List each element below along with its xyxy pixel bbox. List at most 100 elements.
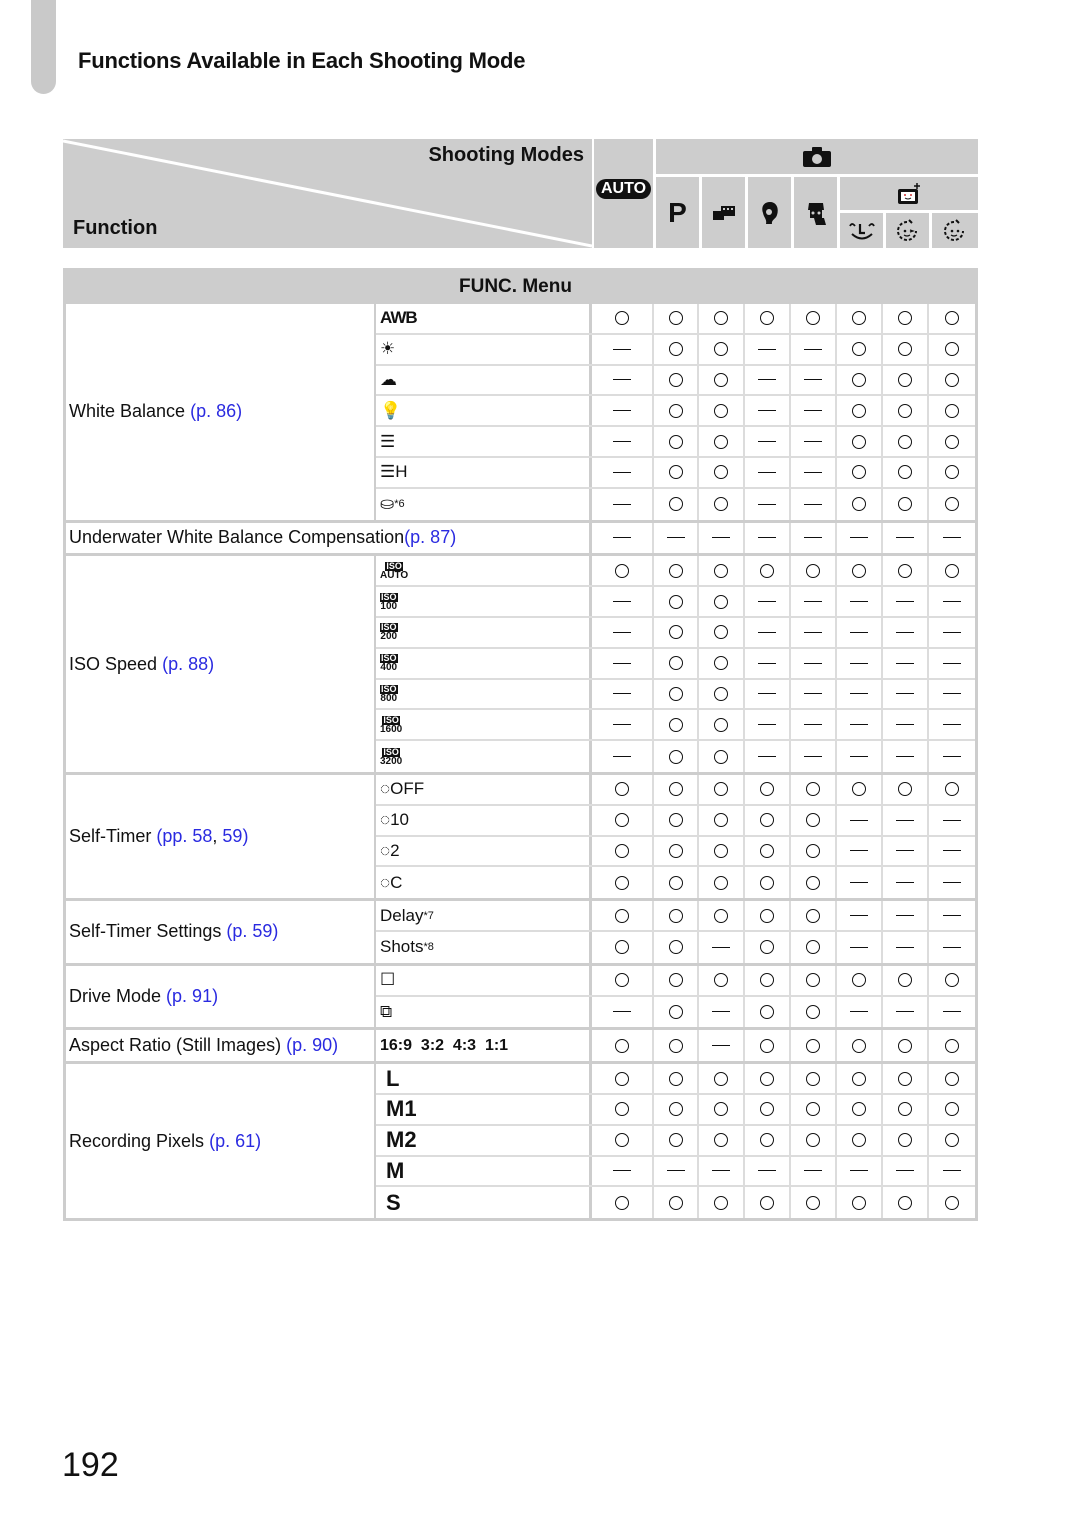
availability-cell: [654, 931, 699, 963]
unavailable-dash-icon: [613, 1170, 631, 1172]
mode-portrait-header: [748, 177, 791, 248]
available-circle-icon: [615, 1195, 629, 1210]
unavailable-dash-icon: [896, 1011, 914, 1013]
unavailable-dash-icon: [758, 441, 776, 443]
availability-cell: [791, 996, 837, 1028]
availability-cell: [883, 427, 929, 456]
iso-value: 3200: [380, 755, 403, 767]
available-circle-icon: [944, 311, 959, 326]
availability-cell: [883, 805, 929, 835]
self-timer-2s-icon: ◌2: [376, 836, 592, 866]
reference-separator: ,: [212, 826, 223, 847]
mode-wink-timer-header: [886, 213, 929, 248]
available-circle-icon: [898, 563, 912, 578]
table-row: ISO100100: [376, 587, 975, 618]
availability-cell: [791, 556, 837, 586]
availability-cell: [791, 587, 837, 616]
availability-cell: [592, 741, 654, 772]
availability-cell: [929, 618, 974, 647]
page-reference-link[interactable]: (p. 87): [404, 527, 456, 548]
page-reference-link[interactable]: (p. 86): [190, 401, 242, 421]
mode-kids-pets-header: [794, 177, 837, 248]
availability-cell: [791, 965, 837, 995]
unavailable-dash-icon: [896, 915, 914, 917]
availability-cell: [929, 1126, 974, 1155]
available-circle-icon: [852, 403, 866, 418]
page-reference-link[interactable]: (p. 61): [209, 1131, 261, 1151]
program-mode-icon: P: [668, 196, 687, 228]
available-circle-icon: [944, 1038, 959, 1053]
available-circle-icon: [668, 372, 683, 387]
unavailable-dash-icon: [942, 756, 961, 758]
availability-cell: [929, 997, 974, 1028]
availability-cell: [592, 427, 654, 456]
availability-cell: [883, 587, 929, 616]
availability-cell: [791, 679, 837, 709]
unavailable-dash-icon: [758, 410, 776, 412]
available-circle-icon: [615, 875, 629, 890]
available-circle-icon: [615, 563, 629, 578]
availability-cell: [929, 335, 974, 364]
available-circle-icon: [615, 1102, 629, 1117]
available-circle-icon: [668, 940, 683, 955]
availability-cell: [699, 1187, 745, 1219]
availability-cell: [791, 1187, 837, 1219]
table-row: ISO800800: [376, 679, 975, 711]
availability-cell: [699, 648, 745, 678]
available-circle-icon: [806, 1102, 820, 1117]
unavailable-dash-icon: [712, 1045, 730, 1047]
fluorescent-icon: ☰: [376, 427, 592, 456]
availability-cell: [699, 427, 745, 456]
page-reference-link[interactable]: 59): [222, 826, 248, 846]
availability-cell: [883, 774, 929, 804]
availability-cell: [837, 867, 883, 899]
function-label-cell: Self-Timer (pp. 58, 59): [66, 774, 376, 899]
page-reference-link[interactable]: (p. 88): [162, 654, 214, 674]
unavailable-dash-icon: [850, 724, 868, 726]
unavailable-dash-icon: [613, 410, 631, 412]
available-circle-icon: [852, 973, 866, 988]
iso-badge-icon: ISO 100: [380, 591, 398, 612]
available-circle-icon: [668, 875, 683, 890]
available-circle-icon: [668, 594, 683, 609]
setting-option-label: ◌10: [380, 810, 410, 830]
setting-option: M: [376, 1156, 592, 1186]
page-reference-link[interactable]: (p. 91): [166, 986, 218, 1006]
availability-cell: [699, 1064, 745, 1093]
availability-cell: [837, 996, 883, 1028]
available-circle-icon: [760, 940, 774, 955]
availability-cell: [654, 648, 699, 678]
setting-option-label: Shots: [380, 937, 424, 957]
iso-value: 100: [380, 600, 398, 612]
availability-cell: [883, 1064, 929, 1093]
available-circle-icon: [760, 813, 774, 828]
unavailable-dash-icon: [850, 819, 868, 821]
tungsten-icon: 💡: [376, 396, 592, 426]
iso-value: 200: [380, 631, 398, 643]
availability-cell: [745, 1125, 791, 1155]
page-reference-link[interactable]: (pp. 58: [156, 826, 212, 846]
portrait-icon: [761, 201, 778, 224]
available-circle-icon: [714, 782, 728, 797]
available-circle-icon: [714, 1195, 728, 1210]
page-reference-link[interactable]: (p. 90): [286, 1035, 338, 1055]
iso-badge-icon: ISO 800: [380, 683, 398, 704]
availability-cell: [699, 1156, 745, 1186]
function-name: Self-Timer Settings: [69, 921, 222, 942]
available-circle-icon: [852, 372, 866, 387]
availability-cell: [699, 741, 745, 772]
setting-option-label: ◌OFF: [380, 779, 425, 799]
availability-cell: [745, 334, 791, 364]
unavailable-dash-icon: [804, 537, 822, 539]
availability-cell: [654, 710, 699, 740]
mode-auto-header: AUTO: [594, 139, 653, 248]
iso-400-icon: ISO400400: [376, 648, 592, 678]
available-circle-icon: [806, 1133, 820, 1148]
availability-cell: [837, 457, 883, 487]
availability-cell: [745, 304, 791, 333]
available-circle-icon: [714, 434, 728, 449]
page-reference-link[interactable]: (p. 59): [226, 921, 278, 941]
available-circle-icon: [760, 908, 774, 923]
availability-cell: [791, 648, 837, 678]
availability-cell: [929, 489, 974, 520]
